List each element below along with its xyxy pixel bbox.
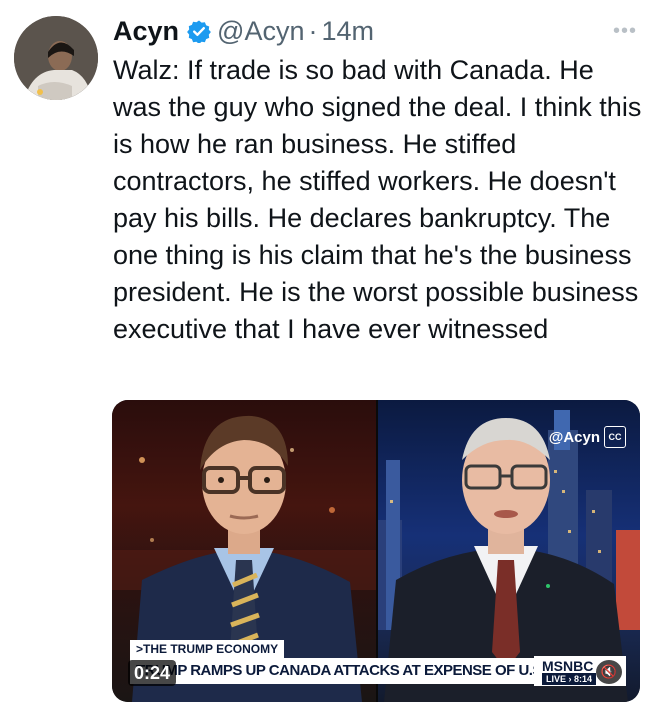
- author-handle[interactable]: @Acyn: [217, 16, 304, 47]
- closed-captions-icon[interactable]: CC: [604, 426, 626, 448]
- mute-icon[interactable]: 🔇: [596, 660, 622, 684]
- avatar[interactable]: [14, 16, 98, 100]
- live-time: 8:14: [574, 674, 593, 684]
- watermark-text: @Acyn: [548, 428, 600, 446]
- avatar-image: [14, 16, 98, 100]
- more-horizontal-icon[interactable]: •••: [613, 20, 637, 43]
- author-name[interactable]: Acyn: [113, 16, 179, 47]
- verified-badge-icon: [187, 19, 211, 43]
- video-player[interactable]: @Acyn CC >THE TRUMP ECONOMY TRUMP RAMPS …: [112, 400, 640, 702]
- tweet-text: Walz: If trade is so bad with Canada. He…: [113, 55, 642, 344]
- video-watermark: @Acyn CC: [549, 426, 626, 448]
- network-logo: MSNBC: [542, 658, 594, 674]
- tweet[interactable]: Acyn @Acyn · 14m ••• Walz: If trade is s…: [0, 0, 655, 720]
- tweet-header: Acyn @Acyn · 14m: [113, 14, 374, 48]
- separator-dot: ·: [308, 15, 318, 46]
- segment-tag: >THE TRUMP ECONOMY: [130, 640, 285, 658]
- live-indicator: LIVE › 8:14: [542, 673, 597, 685]
- live-label: LIVE: [546, 674, 567, 684]
- video-duration: 0:24: [128, 660, 177, 686]
- timestamp[interactable]: 14m: [321, 16, 374, 47]
